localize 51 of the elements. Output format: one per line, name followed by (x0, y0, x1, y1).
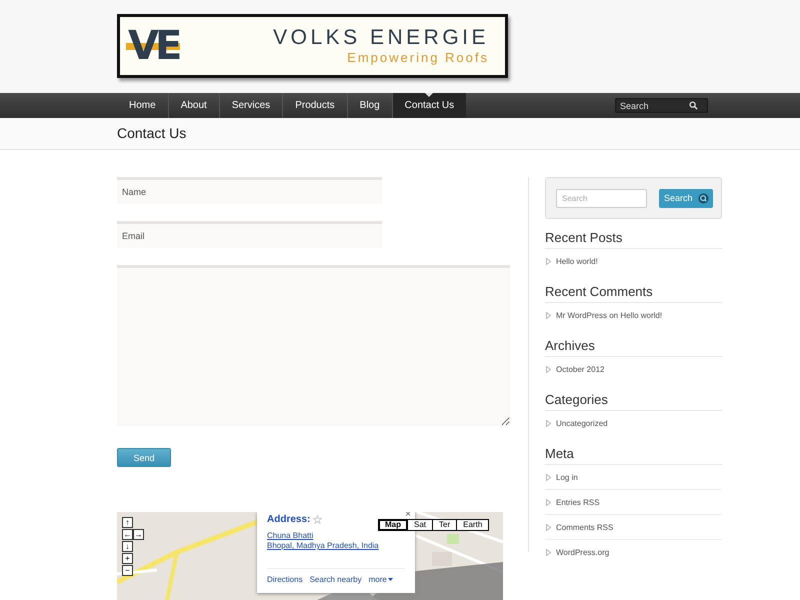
widget-link[interactable]: Uncategorized (556, 418, 608, 428)
widget-link[interactable]: Comments RSS (556, 522, 614, 532)
brand-name: VOLKS ENERGIE (273, 26, 489, 50)
widget-link[interactable]: Hello world! (556, 256, 598, 266)
bullet-icon (546, 548, 551, 556)
pan-left-button[interactable]: ← (122, 529, 133, 540)
pan-right-button[interactable]: → (133, 529, 144, 540)
bullet-icon (546, 420, 551, 426)
widget-heading: Recent Comments (545, 282, 722, 303)
zoom-out-button[interactable]: − (122, 565, 133, 576)
bullet-icon (546, 524, 551, 530)
map-type-button[interactable]: Sat (407, 520, 432, 530)
widget-heading: Recent Posts (545, 228, 722, 249)
widget-link[interactable]: Entries RSS (556, 498, 600, 506)
pan-up-button[interactable]: ↑ (122, 517, 133, 528)
map-type-button[interactable]: Earth (456, 520, 488, 530)
bullet-icon (546, 312, 551, 318)
address-label: Address: (267, 514, 310, 525)
map-type-button[interactable]: Map (379, 520, 407, 530)
more-menu[interactable]: more (368, 575, 393, 584)
nav-link[interactable]: Home (117, 93, 168, 118)
text-field[interactable]: Name (117, 177, 382, 204)
pan-down-button[interactable]: ↓ (122, 541, 133, 552)
caret-icon (388, 578, 393, 581)
widget-heading: Archives (545, 336, 722, 357)
zoom-in-button[interactable]: + (122, 553, 133, 564)
bullet-icon (546, 366, 551, 372)
address-link[interactable]: Bhopal, Madhya Pradesh, India (267, 541, 379, 551)
popup-link[interactable]: Directions (267, 575, 303, 584)
widget-heading: Meta (545, 444, 722, 465)
search-icon[interactable] (689, 101, 698, 110)
map-type-button[interactable]: Ter (432, 520, 456, 530)
address-link[interactable]: Chuna Bhatti (267, 531, 314, 541)
search-field[interactable]: Search (615, 98, 708, 113)
widget-link[interactable]: Log in (556, 472, 578, 482)
bullet-icon (546, 258, 551, 264)
brand-tagline: Empowering Roofs (347, 50, 489, 66)
popup-link[interactable]: Search nearby (310, 575, 362, 584)
search-field[interactable]: Search (556, 188, 647, 208)
star-icon[interactable] (313, 515, 322, 524)
text-field[interactable]: Email (117, 221, 382, 248)
widget-heading: Categories (545, 390, 722, 411)
search-icon (698, 192, 709, 204)
bullet-icon (546, 474, 551, 480)
message-field[interactable] (117, 265, 510, 426)
bullet-icon (546, 498, 551, 506)
page-title: Contact Us (117, 124, 188, 143)
nav-link[interactable]: Contact Us (392, 93, 466, 118)
widget-link[interactable]: October 2012 (556, 364, 604, 374)
widget-link[interactable]: Mr WordPress on Hello world! (556, 310, 662, 320)
widget-link[interactable]: WordPress.org (556, 548, 610, 556)
